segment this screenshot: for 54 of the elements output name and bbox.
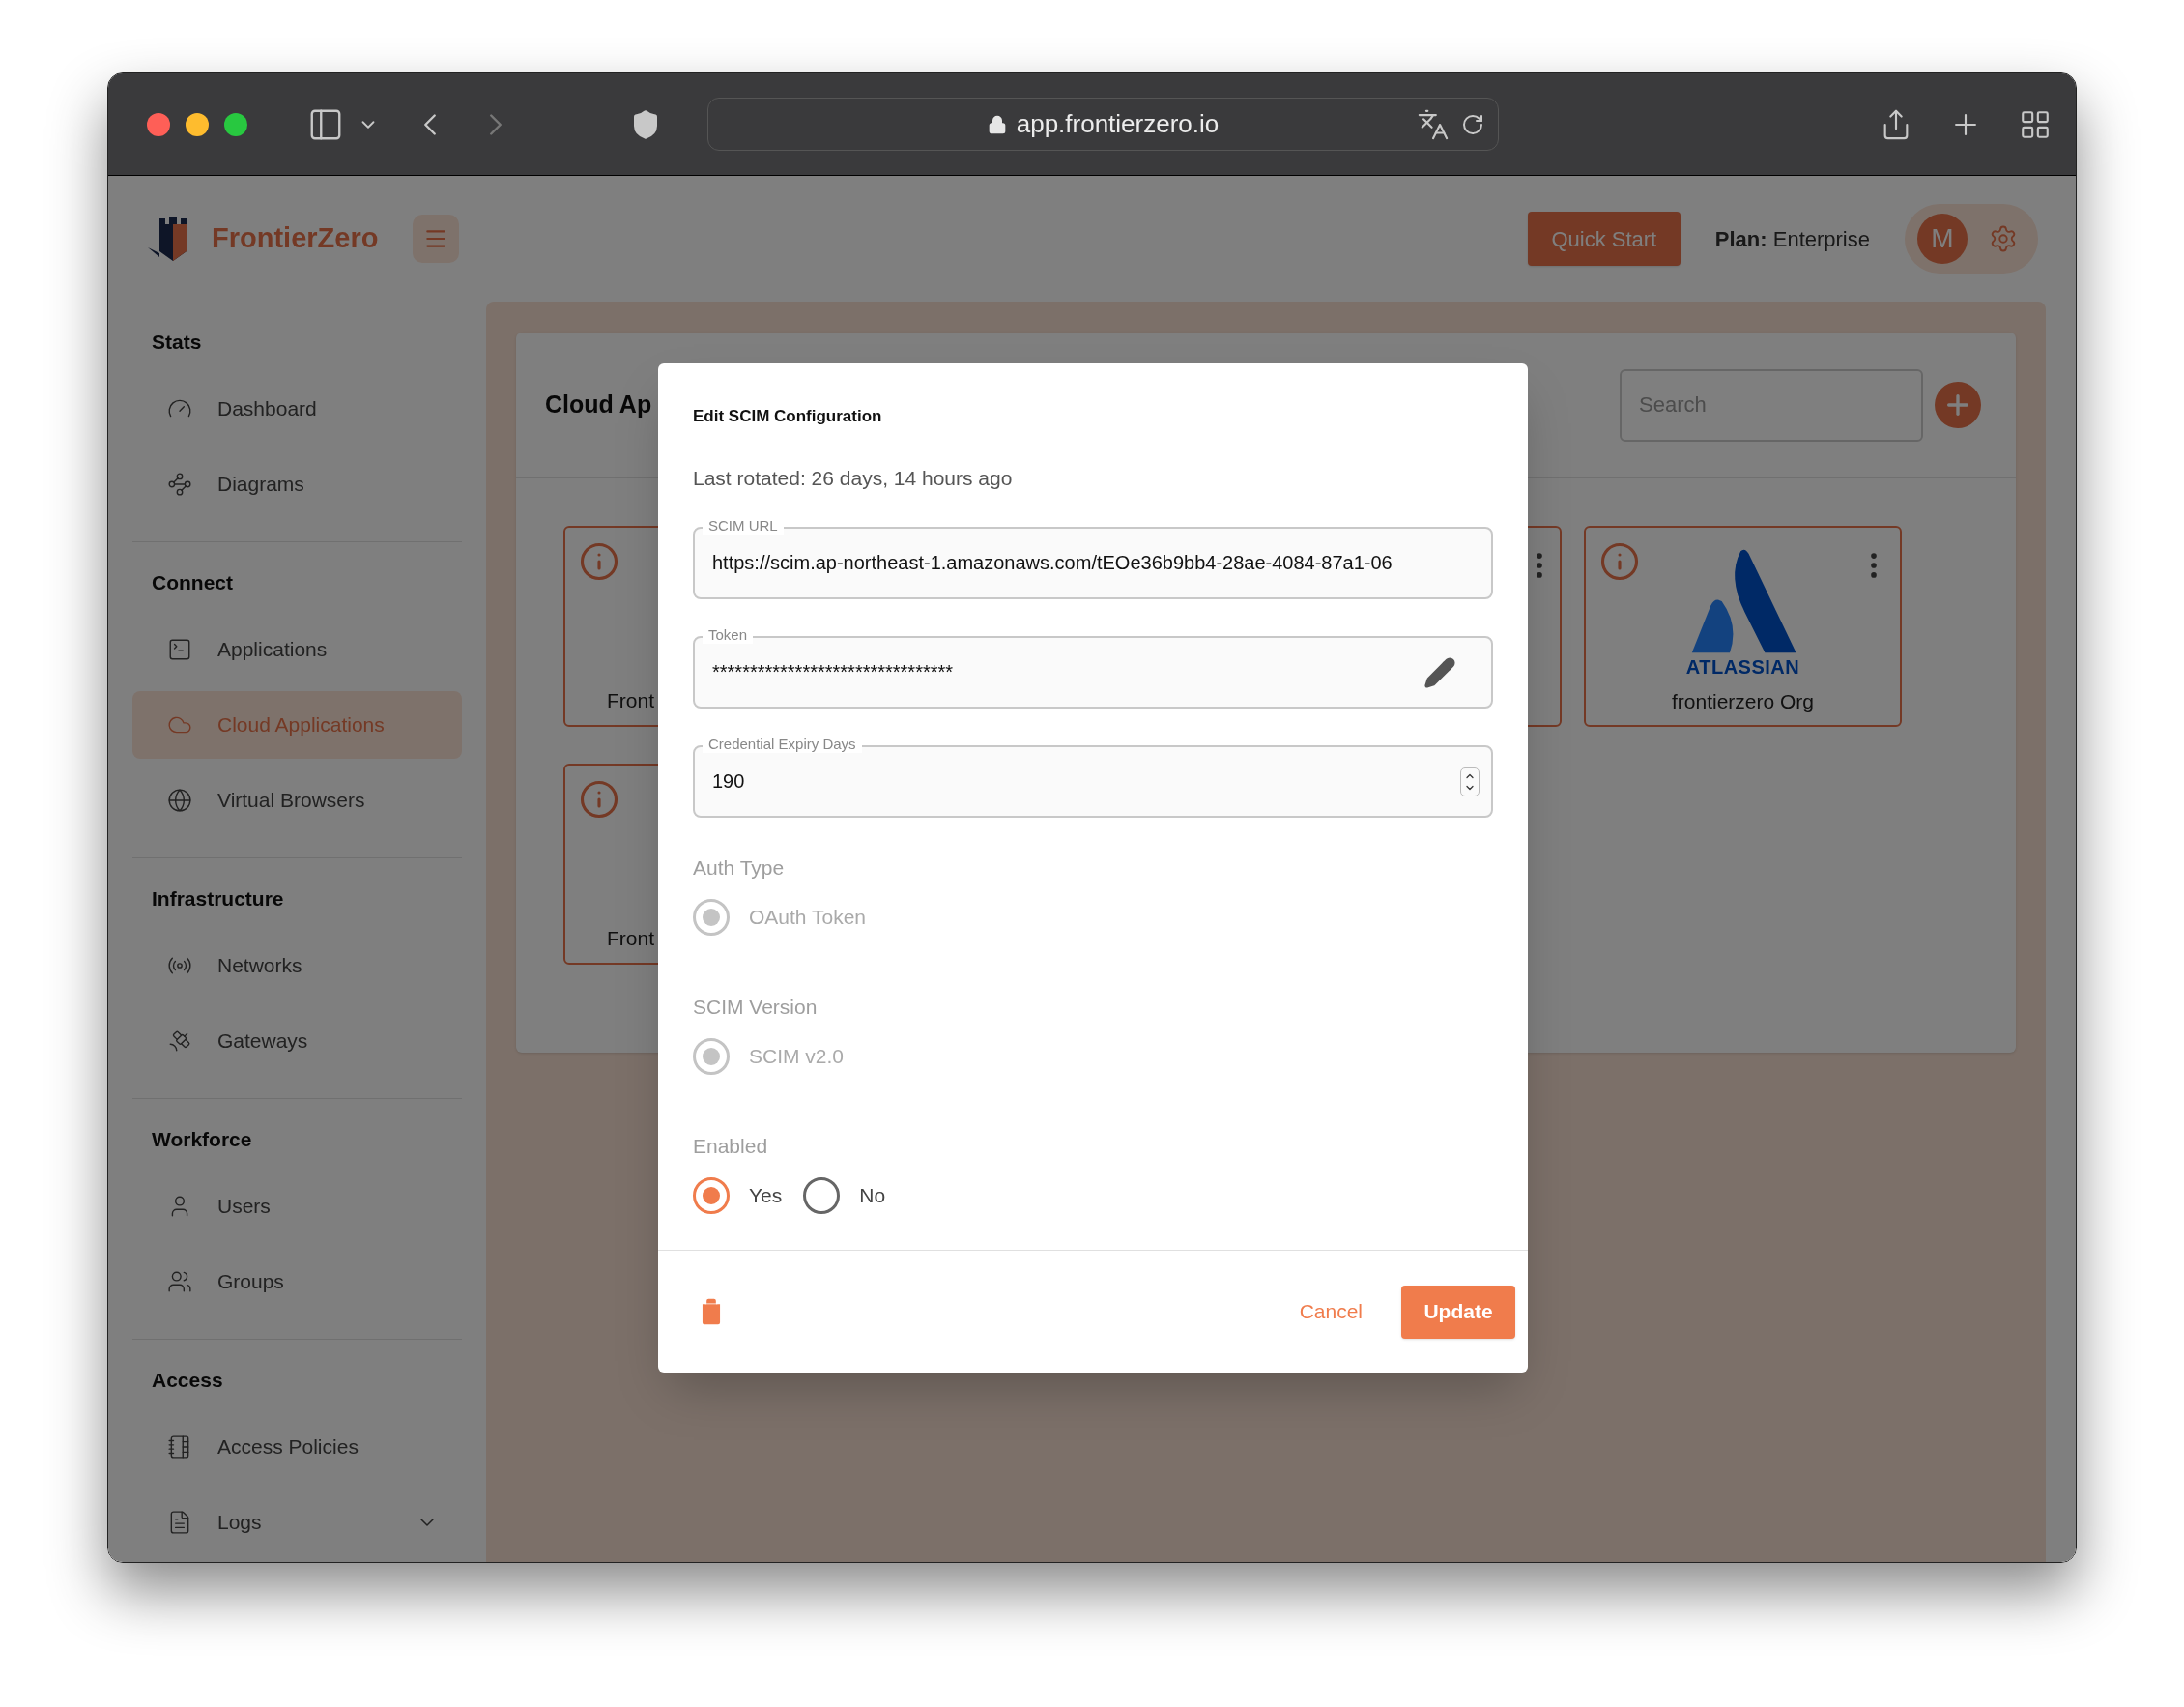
dialog-title: Edit SCIM Configuration	[693, 406, 883, 427]
sidebar-item[interactable]: Networks	[132, 932, 462, 999]
translate-icon[interactable]	[1417, 107, 1450, 141]
brand-name: FrontierZero	[212, 221, 379, 256]
radio-label: Yes	[749, 1183, 783, 1209]
group-label: SCIM Version	[693, 995, 819, 1020]
sidebar-item[interactable]: Diagrams	[132, 450, 462, 518]
url-text: app.frontierzero.io	[1016, 108, 1220, 140]
plan-text: Plan: Enterprise	[1714, 225, 1870, 253]
zoom-window-button[interactable]	[224, 112, 247, 136]
sidebar-item[interactable]: Applications	[132, 616, 462, 683]
field-label: Credential Expiry Days	[703, 736, 862, 753]
nav-icon	[167, 1028, 192, 1054]
nav-icon	[167, 472, 192, 497]
sidebar-item[interactable]: Dashboard	[132, 375, 462, 443]
sidebar-item[interactable]: Logs	[132, 1489, 462, 1556]
group-label: Auth Type	[693, 855, 786, 881]
field-label: Token	[703, 626, 754, 644]
sidebar-item[interactable]: Virtual Browsers	[132, 767, 462, 834]
radio-label: SCIM v2.0	[749, 1044, 845, 1070]
update-button[interactable]: Update	[1401, 1285, 1515, 1339]
quick-start-button[interactable]: Quick Start	[1527, 212, 1681, 266]
radio-button[interactable]	[693, 1177, 730, 1214]
section-heading: Access	[151, 1368, 224, 1393]
sidebar-item[interactable]: Groups	[132, 1248, 462, 1316]
avatar[interactable]: M	[1917, 214, 1968, 264]
card-title: Front	[607, 687, 654, 713]
section-heading: Connect	[151, 570, 234, 595]
nav-icon	[167, 788, 192, 813]
radio-label: No	[859, 1183, 886, 1209]
logo-wordmark: ATLASSIAN	[1685, 655, 1800, 679]
page-title: Cloud Ap	[545, 390, 652, 420]
lock-icon	[987, 114, 1007, 134]
section-heading: Workforce	[151, 1127, 253, 1152]
stepper-icon[interactable]	[1460, 767, 1480, 796]
nav-icon	[167, 1269, 192, 1294]
radio-button[interactable]	[803, 1177, 841, 1214]
group-label: Enabled	[693, 1134, 769, 1159]
minimize-window-button[interactable]	[186, 112, 209, 136]
section-heading: Stats	[151, 330, 203, 355]
reload-icon[interactable]	[1461, 112, 1484, 136]
edit-icon[interactable]	[1423, 655, 1456, 689]
close-window-button[interactable]	[147, 112, 170, 136]
sidebar-item[interactable]: Users	[132, 1172, 462, 1240]
card-title: frontierzero Org	[1671, 689, 1815, 714]
card-title: Front	[607, 925, 654, 951]
sidebar-item[interactable]: Gateways	[132, 1007, 462, 1075]
nav-icon	[167, 637, 192, 662]
section-heading: Infrastructure	[151, 886, 285, 911]
radio-label: OAuth Token	[749, 905, 867, 931]
cancel-button[interactable]: Cancel	[1283, 1285, 1378, 1339]
last-rotated-text: Last rotated: 26 days, 14 hours ago	[693, 466, 1014, 491]
sidebar-item[interactable]: Access Policies	[132, 1413, 462, 1481]
address-bar[interactable]: app.frontierzero.io	[707, 98, 1499, 151]
